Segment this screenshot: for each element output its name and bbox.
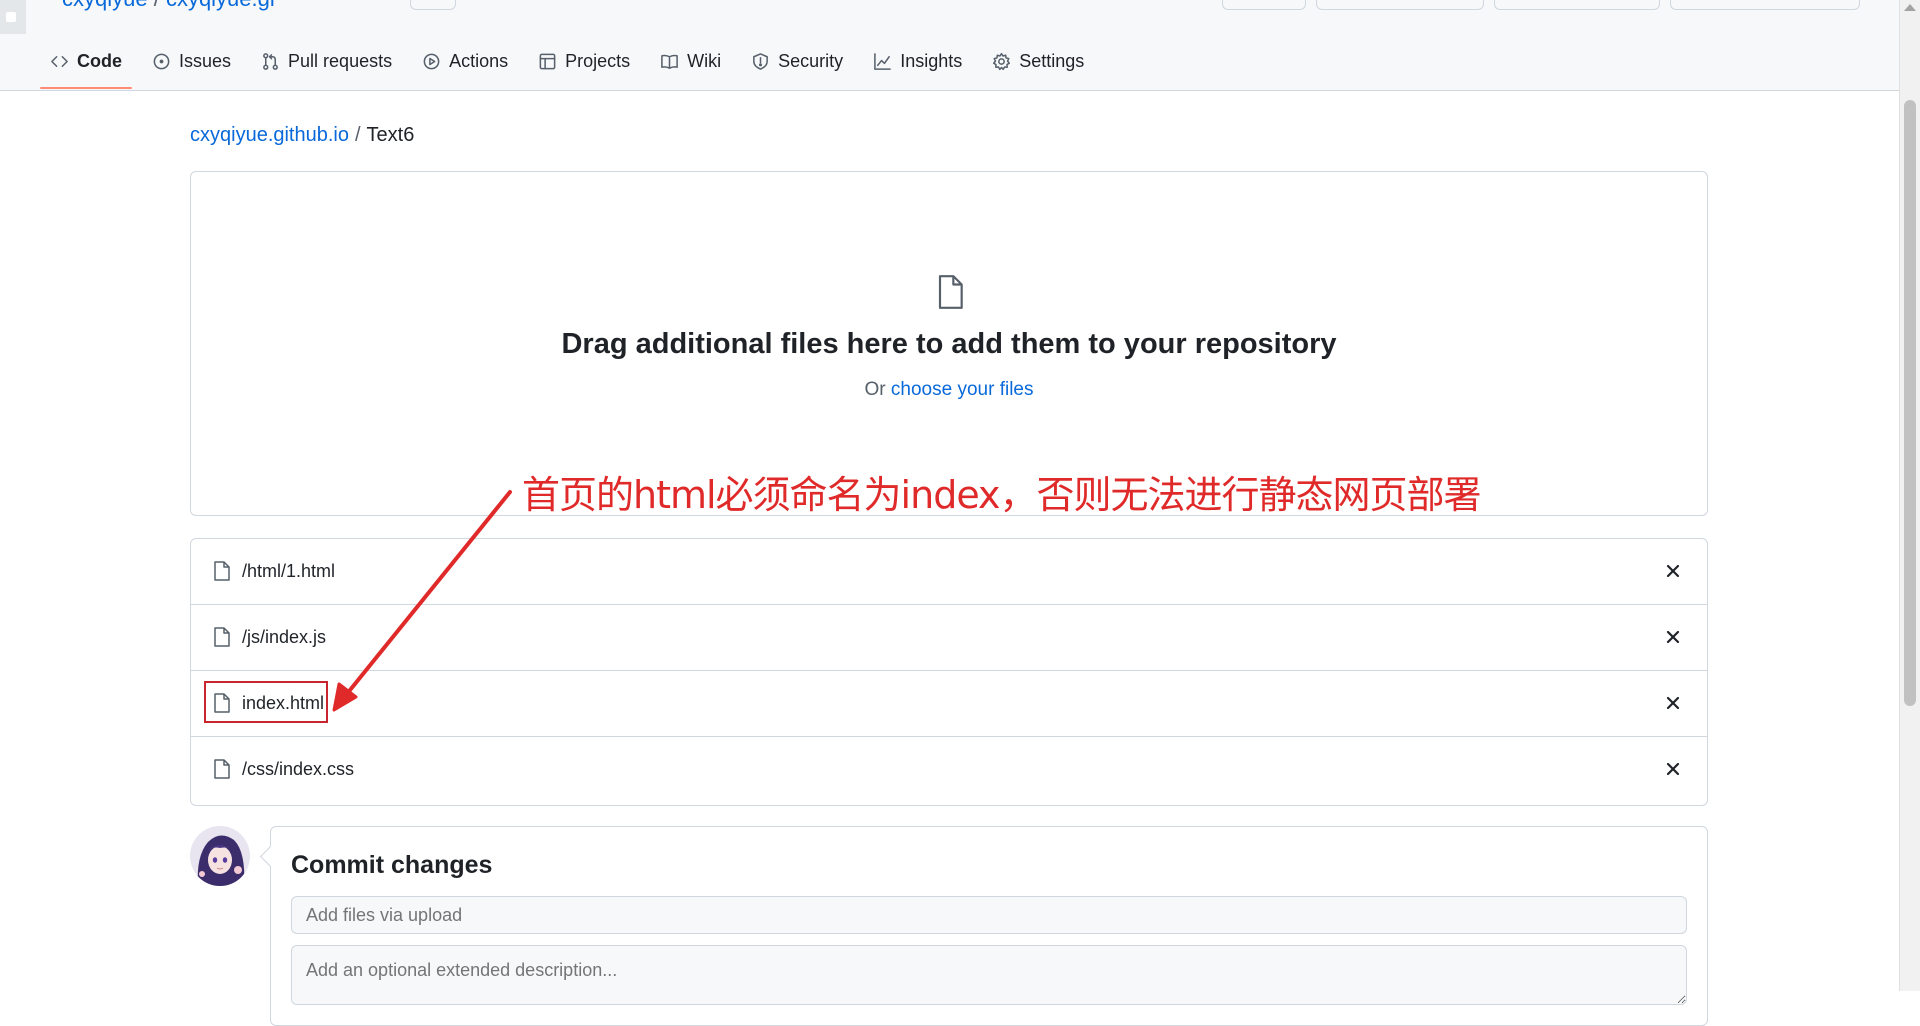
file-name: /js/index.js <box>242 627 327 647</box>
window-corner-tab <box>0 0 26 34</box>
tab-actions-label: Actions <box>449 50 509 71</box>
tab-issues-label: Issues <box>179 50 232 71</box>
tab-wiki[interactable]: Wiki <box>650 43 731 79</box>
repo-header: cxyqiyue / cxyqiyue.gi Code Issues Pull … <box>0 0 1900 91</box>
file-icon <box>214 759 230 779</box>
fork-button[interactable] <box>1494 0 1660 10</box>
watch-button[interactable] <box>1316 0 1484 10</box>
file-row: index.html <box>191 671 1707 737</box>
tab-code-label: Code <box>77 50 122 71</box>
file-name: index.html <box>242 693 325 713</box>
remove-file-close-icon[interactable] <box>1661 559 1685 583</box>
graph-icon <box>874 52 892 70</box>
repo-owner-link[interactable]: cxyqiyue <box>62 0 148 11</box>
tab-projects[interactable]: Projects <box>528 43 640 79</box>
shield-icon <box>753 52 769 70</box>
tab-wiki-label: Wiki <box>687 50 722 71</box>
file-icon <box>214 693 230 713</box>
issue-opened-icon <box>153 53 170 69</box>
tab-pull-requests-label: Pull requests <box>288 50 393 71</box>
file-row: /html/1.html <box>191 539 1707 605</box>
commit-description-input[interactable] <box>291 945 1687 1005</box>
repo-name-link[interactable]: cxyqiyue.gi <box>166 0 275 11</box>
remove-file-close-icon[interactable] <box>1661 691 1685 715</box>
file-icon <box>214 627 230 647</box>
tab-insights-label: Insights <box>900 50 963 71</box>
git-pull-request-icon <box>263 52 278 70</box>
file-row: /css/index.css <box>191 737 1707 803</box>
tab-projects-label: Projects <box>565 50 631 71</box>
code-icon <box>51 55 68 67</box>
dropzone-subtitle: Or choose your files <box>190 379 1708 401</box>
tab-actions[interactable]: Actions <box>412 43 518 79</box>
remove-file-close-icon[interactable] <box>1661 757 1685 781</box>
repo-title[interactable]: cxyqiyue / cxyqiyue.gi <box>62 0 275 12</box>
commit-title: Commit changes <box>291 851 493 879</box>
play-icon <box>423 53 440 69</box>
dropzone-title: Drag additional files here to add them t… <box>561 328 1337 360</box>
gear-icon <box>993 52 1011 70</box>
book-icon <box>661 54 679 69</box>
table-icon <box>539 53 556 69</box>
scroll-up-arrow-icon[interactable] <box>1904 4 1916 11</box>
file-row: /js/index.js <box>191 605 1707 671</box>
dropzone-or-text: Or <box>864 379 891 400</box>
tab-pull-requests[interactable]: Pull requests <box>251 43 402 79</box>
file-name: /css/index.css <box>242 759 355 779</box>
file-icon <box>938 275 963 309</box>
file-name: /html/1.html <box>242 561 336 581</box>
tab-security[interactable]: Security <box>741 43 853 79</box>
breadcrumb-folder: Text6 <box>366 124 415 146</box>
tab-security-label: Security <box>778 50 844 71</box>
choose-files-link[interactable]: choose your files <box>891 379 1034 400</box>
file-icon <box>214 561 230 581</box>
repo-nav-tabs: Code Issues Pull requests Actions Projec… <box>40 43 1104 90</box>
remove-file-close-icon[interactable] <box>1661 625 1685 649</box>
breadcrumb-separator: / <box>354 124 361 146</box>
visibility-badge <box>410 0 456 10</box>
page-scrollbar[interactable] <box>1899 0 1920 991</box>
commit-summary-input[interactable] <box>291 896 1687 934</box>
tab-insights[interactable]: Insights <box>863 43 972 79</box>
tab-code[interactable]: Code <box>40 43 132 89</box>
uploaded-file-list: /html/1.html /js/index.js index.html /cs… <box>190 538 1708 806</box>
avatar <box>190 826 250 886</box>
repo-title-separator: / <box>148 0 166 11</box>
breadcrumb-repo-link[interactable]: cxyqiyue.github.io <box>190 124 349 146</box>
annotation-text: 首页的html必须命名为index，否则无法进行静态网页部署 <box>522 473 1482 517</box>
tab-settings-label: Settings <box>1019 50 1085 71</box>
commit-changes-panel: Commit changes <box>270 826 1708 1026</box>
tab-issues[interactable]: Issues <box>142 43 241 79</box>
scrollbar-thumb[interactable] <box>1904 100 1916 706</box>
star-button[interactable] <box>1670 0 1860 10</box>
tab-settings[interactable]: Settings <box>982 43 1094 79</box>
breadcrumb: cxyqiyue.github.io / Text6 <box>190 124 414 147</box>
pin-button[interactable] <box>1222 0 1306 10</box>
